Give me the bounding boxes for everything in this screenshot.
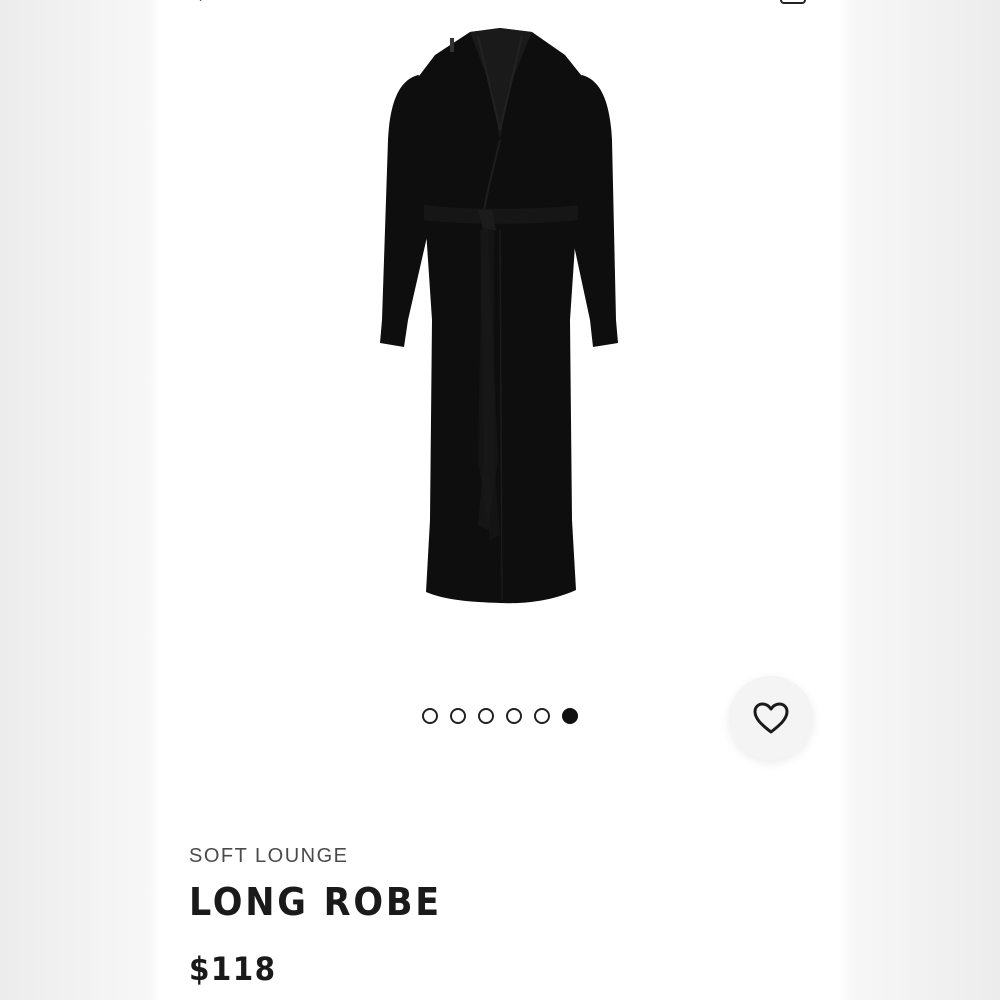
carousel-dot[interactable] [534,708,550,724]
carousel-dot[interactable] [478,708,494,724]
carousel-dot[interactable] [506,708,522,724]
carousel-dot[interactable] [422,708,438,724]
product-price: $118 [189,950,277,988]
favorite-button[interactable] [729,676,813,760]
carousel-dots [422,708,578,724]
bag-icon[interactable] [780,0,806,4]
heart-icon [753,702,789,734]
back-arrow-icon[interactable]: ‹ [198,0,212,4]
product-detail-screen: ‹ SOFT LOUNGE LONG [160,0,840,1000]
long-robe-image[interactable] [360,20,640,620]
carousel-dot[interactable] [450,708,466,724]
product-title: LONG ROBE [189,880,442,924]
carousel-dot-active[interactable] [562,708,578,724]
product-collection: SOFT LOUNGE [189,845,349,867]
